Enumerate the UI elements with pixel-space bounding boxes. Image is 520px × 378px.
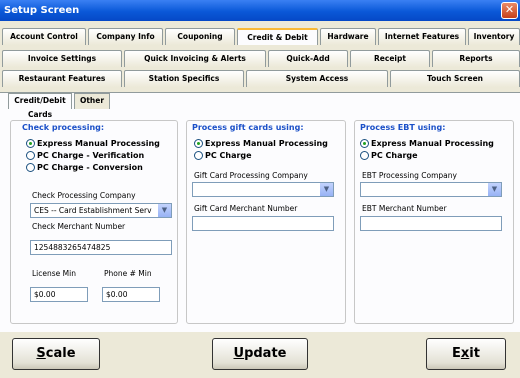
radio-empty-icon (360, 151, 369, 160)
check-company-select[interactable]: CES -- Card Establishment Serv ▼ (30, 203, 172, 218)
radio-empty-icon (194, 151, 203, 160)
subtab-other[interactable]: Other (74, 93, 110, 109)
tab-internet-features[interactable]: Internet Features (378, 28, 466, 45)
chevron-down-icon[interactable]: ▼ (320, 183, 333, 196)
check-company-label: Check Processing Company (32, 191, 136, 200)
gift-company-label: Gift Card Processing Company (194, 171, 308, 180)
radio-check-pc-verification[interactable]: PC Charge - Verification (26, 151, 144, 160)
tab-row-2: Invoice Settings Quick Invoicing & Alert… (0, 50, 520, 67)
tab-couponing[interactable]: Couponing (165, 28, 235, 45)
phone-min-label: Phone # Min (104, 269, 152, 278)
exit-label-post: it (469, 346, 480, 361)
radio-label: Express Manual Processing (371, 139, 494, 148)
update-button[interactable]: Update (212, 338, 308, 370)
check-company-value: CES -- Card Establishment Serv (34, 206, 152, 215)
radio-gift-pc-charge[interactable]: PC Charge (194, 151, 252, 160)
radio-check-pc-conversion[interactable]: PC Charge - Conversion (26, 163, 143, 172)
ebt-company-label: EBT Processing Company (362, 171, 457, 180)
radio-selected-icon (26, 139, 35, 148)
radio-empty-icon (26, 163, 35, 172)
close-icon: ✕ (504, 3, 515, 16)
radio-label: PC Charge - Conversion (37, 163, 143, 172)
tab-company-info[interactable]: Company Info (88, 28, 163, 45)
radio-label: Express Manual Processing (205, 139, 328, 148)
exit-button[interactable]: Exit (426, 338, 506, 370)
check-merchant-label: Check Merchant Number (32, 222, 126, 231)
tab-account-control[interactable]: Account Control (2, 28, 86, 45)
tab-reports[interactable]: Reports (432, 50, 520, 67)
radio-ebt-pc-charge[interactable]: PC Charge (360, 151, 418, 160)
radio-check-express-manual[interactable]: Express Manual Processing (26, 139, 160, 148)
ebt-company-select[interactable]: ▼ (360, 182, 502, 197)
check-processing-title: Check processing: (22, 123, 105, 132)
radio-label: PC Charge (205, 151, 252, 160)
ebt-merchant-field[interactable] (360, 216, 502, 231)
tab-invoice-settings[interactable]: Invoice Settings (2, 50, 122, 67)
close-button[interactable]: ✕ (501, 2, 518, 19)
ebt-title: Process EBT using: (360, 123, 446, 132)
exit-label-pre: E (452, 346, 461, 361)
tab-row-1: Account Control Company Info Couponing C… (0, 28, 520, 45)
radio-empty-icon (26, 151, 35, 160)
tab-receipt[interactable]: Receipt (350, 50, 430, 67)
gift-company-select[interactable]: ▼ (192, 182, 334, 197)
title-bar: Setup Screen ✕ (0, 0, 520, 21)
gift-merchant-label: Gift Card Merchant Number (194, 204, 298, 213)
tab-quick-invoicing-alerts[interactable]: Quick Invoicing & Alerts (124, 50, 266, 67)
tab-touch-screen[interactable]: Touch Screen (390, 70, 520, 87)
radio-label: PC Charge (371, 151, 418, 160)
tab-station-specifics[interactable]: Station Specifics (124, 70, 244, 87)
window-title: Setup Screen (4, 5, 80, 16)
radio-selected-icon (360, 139, 369, 148)
check-merchant-field[interactable]: 1254883265474825 (30, 240, 172, 255)
chevron-down-icon[interactable]: ▼ (158, 204, 171, 217)
tab-quick-add[interactable]: Quick-Add (268, 50, 348, 67)
chevron-down-icon[interactable]: ▼ (488, 183, 501, 196)
gift-merchant-field[interactable] (192, 216, 334, 231)
radio-label: Express Manual Processing (37, 139, 160, 148)
phone-min-field[interactable]: $0.00 (102, 287, 160, 302)
update-mnemonic: U (233, 346, 245, 361)
radio-label: PC Charge - Verification (37, 151, 145, 160)
license-min-label: License Min (32, 269, 76, 278)
radio-ebt-express-manual[interactable]: Express Manual Processing (360, 139, 494, 148)
ebt-merchant-label: EBT Merchant Number (362, 204, 447, 213)
tab-credit-debit[interactable]: Credit & Debit (237, 28, 318, 45)
gift-card-title: Process gift cards using: (192, 123, 304, 132)
tab-inventory[interactable]: Inventory (468, 28, 520, 45)
radio-selected-icon (194, 139, 203, 148)
subtab-credit-debit-cards[interactable]: Credit/Debit Cards (8, 93, 72, 119)
tab-row-3: Restaurant Features Station Specifics Sy… (0, 70, 520, 87)
radio-gift-express-manual[interactable]: Express Manual Processing (194, 139, 328, 148)
scale-label: cale (45, 346, 76, 361)
scale-mnemonic: S (36, 346, 46, 361)
update-label: pdate (244, 346, 287, 361)
tab-restaurant-features[interactable]: Restaurant Features (2, 70, 122, 87)
license-min-field[interactable]: $0.00 (30, 287, 88, 302)
tab-hardware[interactable]: Hardware (320, 28, 376, 45)
tab-system-access[interactable]: System Access (246, 70, 388, 87)
scale-button[interactable]: Scale (12, 338, 100, 370)
